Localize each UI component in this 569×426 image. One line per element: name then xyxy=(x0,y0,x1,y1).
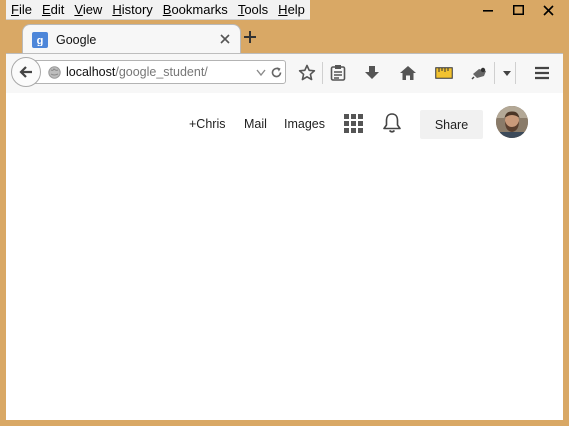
tab-close-icon[interactable] xyxy=(219,33,231,45)
maximize-button[interactable] xyxy=(503,0,533,20)
home-button[interactable] xyxy=(399,64,417,82)
toolbar-separator xyxy=(494,62,495,84)
bookmark-star-button[interactable] xyxy=(298,64,316,82)
minimize-button[interactable] xyxy=(473,0,503,20)
globe-icon xyxy=(48,66,61,79)
bell-icon[interactable] xyxy=(382,112,402,134)
hamburger-menu-icon xyxy=(535,66,549,80)
bookmark-star-icon xyxy=(298,64,316,81)
menu-history[interactable]: History xyxy=(107,0,157,19)
ruler-icon xyxy=(435,67,453,79)
extension-icon xyxy=(471,67,486,80)
menu-view[interactable]: View xyxy=(69,0,107,19)
new-tab-button[interactable] xyxy=(243,30,257,44)
close-icon xyxy=(542,4,554,16)
home-icon xyxy=(400,66,416,80)
menu-bar: File Edit View History Bookmarks Tools H… xyxy=(6,0,310,20)
reading-list-icon xyxy=(330,65,346,81)
page-content: +Chris Mail Images Share xyxy=(6,93,563,420)
avatar[interactable] xyxy=(496,106,528,138)
url-host: localhost xyxy=(66,65,116,79)
menu-bookmarks[interactable]: Bookmarks xyxy=(158,0,233,19)
toolbar-separator xyxy=(322,62,323,84)
back-icon xyxy=(19,66,32,78)
plus-user-link[interactable]: +Chris xyxy=(189,117,225,131)
url-text[interactable]: localhost/google_student/ xyxy=(66,65,208,79)
share-button[interactable]: Share xyxy=(420,110,483,139)
tab-google[interactable]: g Google xyxy=(22,24,241,55)
menu-file[interactable]: File xyxy=(6,0,37,19)
tab-title: Google xyxy=(56,33,97,47)
google-g-icon: g xyxy=(32,32,48,48)
navigation-toolbar: localhost/google_student/ xyxy=(6,53,563,94)
downloads-button[interactable] xyxy=(363,64,381,82)
extension-button[interactable] xyxy=(471,64,489,82)
toolbar-separator xyxy=(515,62,516,84)
mail-link[interactable]: Mail xyxy=(244,117,267,131)
ruler-extension-button[interactable] xyxy=(435,64,453,82)
url-path: /google_student/ xyxy=(115,65,208,79)
back-button[interactable] xyxy=(11,57,41,87)
overflow-chevron-icon xyxy=(503,70,511,76)
reading-list-button[interactable] xyxy=(329,64,347,82)
tab-strip: g Google xyxy=(6,20,563,55)
overflow-chevron-button[interactable] xyxy=(498,64,516,82)
images-link[interactable]: Images xyxy=(284,117,325,131)
menu-edit[interactable]: Edit xyxy=(37,0,69,19)
apps-grid-icon[interactable] xyxy=(344,114,363,133)
reload-icon[interactable] xyxy=(270,66,283,79)
window-controls xyxy=(473,0,563,20)
url-bar[interactable]: localhost/google_student/ xyxy=(28,60,286,84)
close-window-button[interactable] xyxy=(533,0,563,20)
user-avatar-photo xyxy=(496,106,528,138)
url-dropdown-icon[interactable] xyxy=(256,69,266,76)
download-icon xyxy=(365,66,379,79)
menu-help[interactable]: Help xyxy=(273,0,310,19)
menu-tools[interactable]: Tools xyxy=(233,0,273,19)
minimize-icon xyxy=(483,10,493,12)
svg-text:g: g xyxy=(37,35,44,46)
hamburger-menu-button[interactable] xyxy=(533,64,551,82)
maximize-icon xyxy=(512,5,524,15)
